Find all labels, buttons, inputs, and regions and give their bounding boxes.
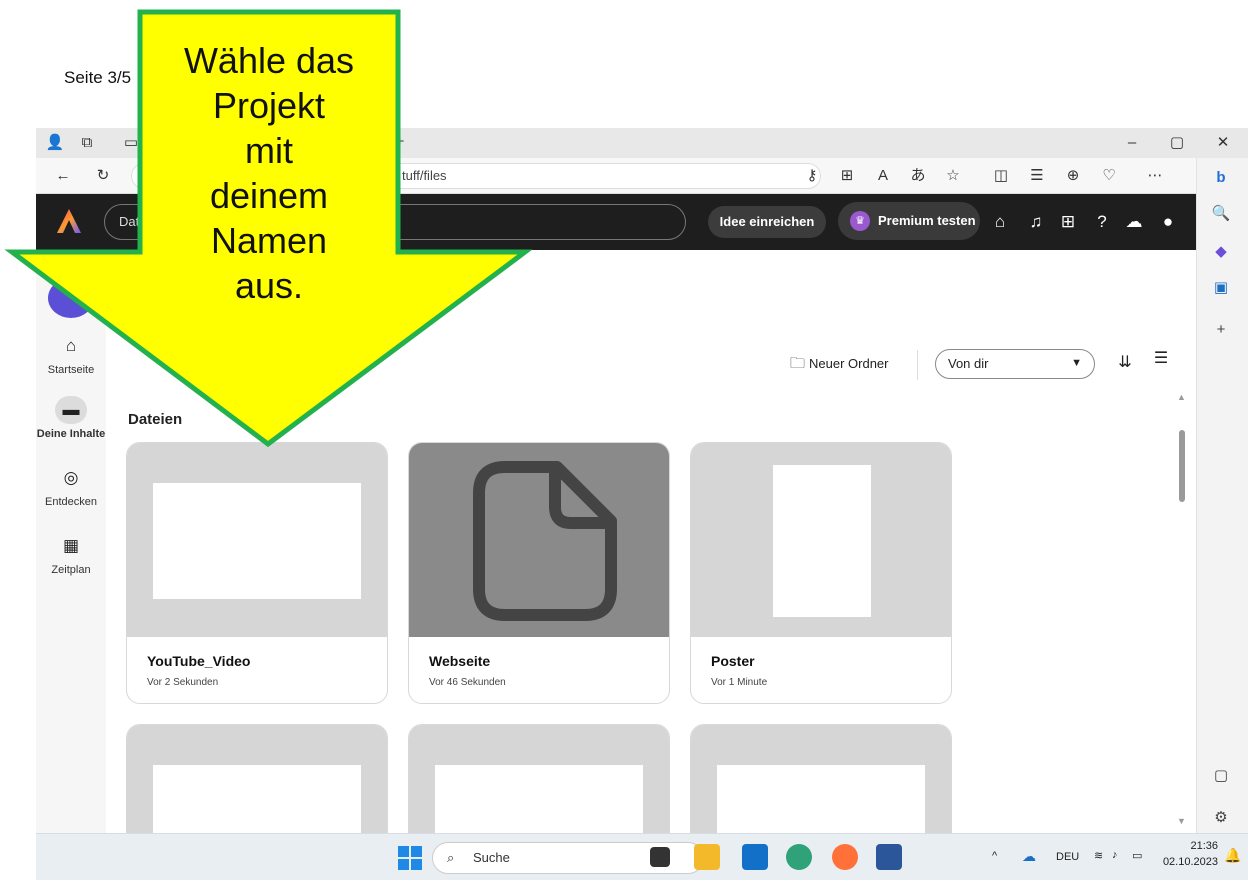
instruction-text: Wähle das Projekt mit deinem Namen aus. xyxy=(140,38,398,308)
instruction-line: Projekt xyxy=(212,85,326,126)
instruction-line: mit xyxy=(245,130,293,171)
instruction-line: Namen xyxy=(210,220,328,261)
instruction-line: deinem xyxy=(209,175,329,216)
instruction-line: Wähle das xyxy=(183,40,355,81)
instruction-line: aus. xyxy=(234,265,304,306)
